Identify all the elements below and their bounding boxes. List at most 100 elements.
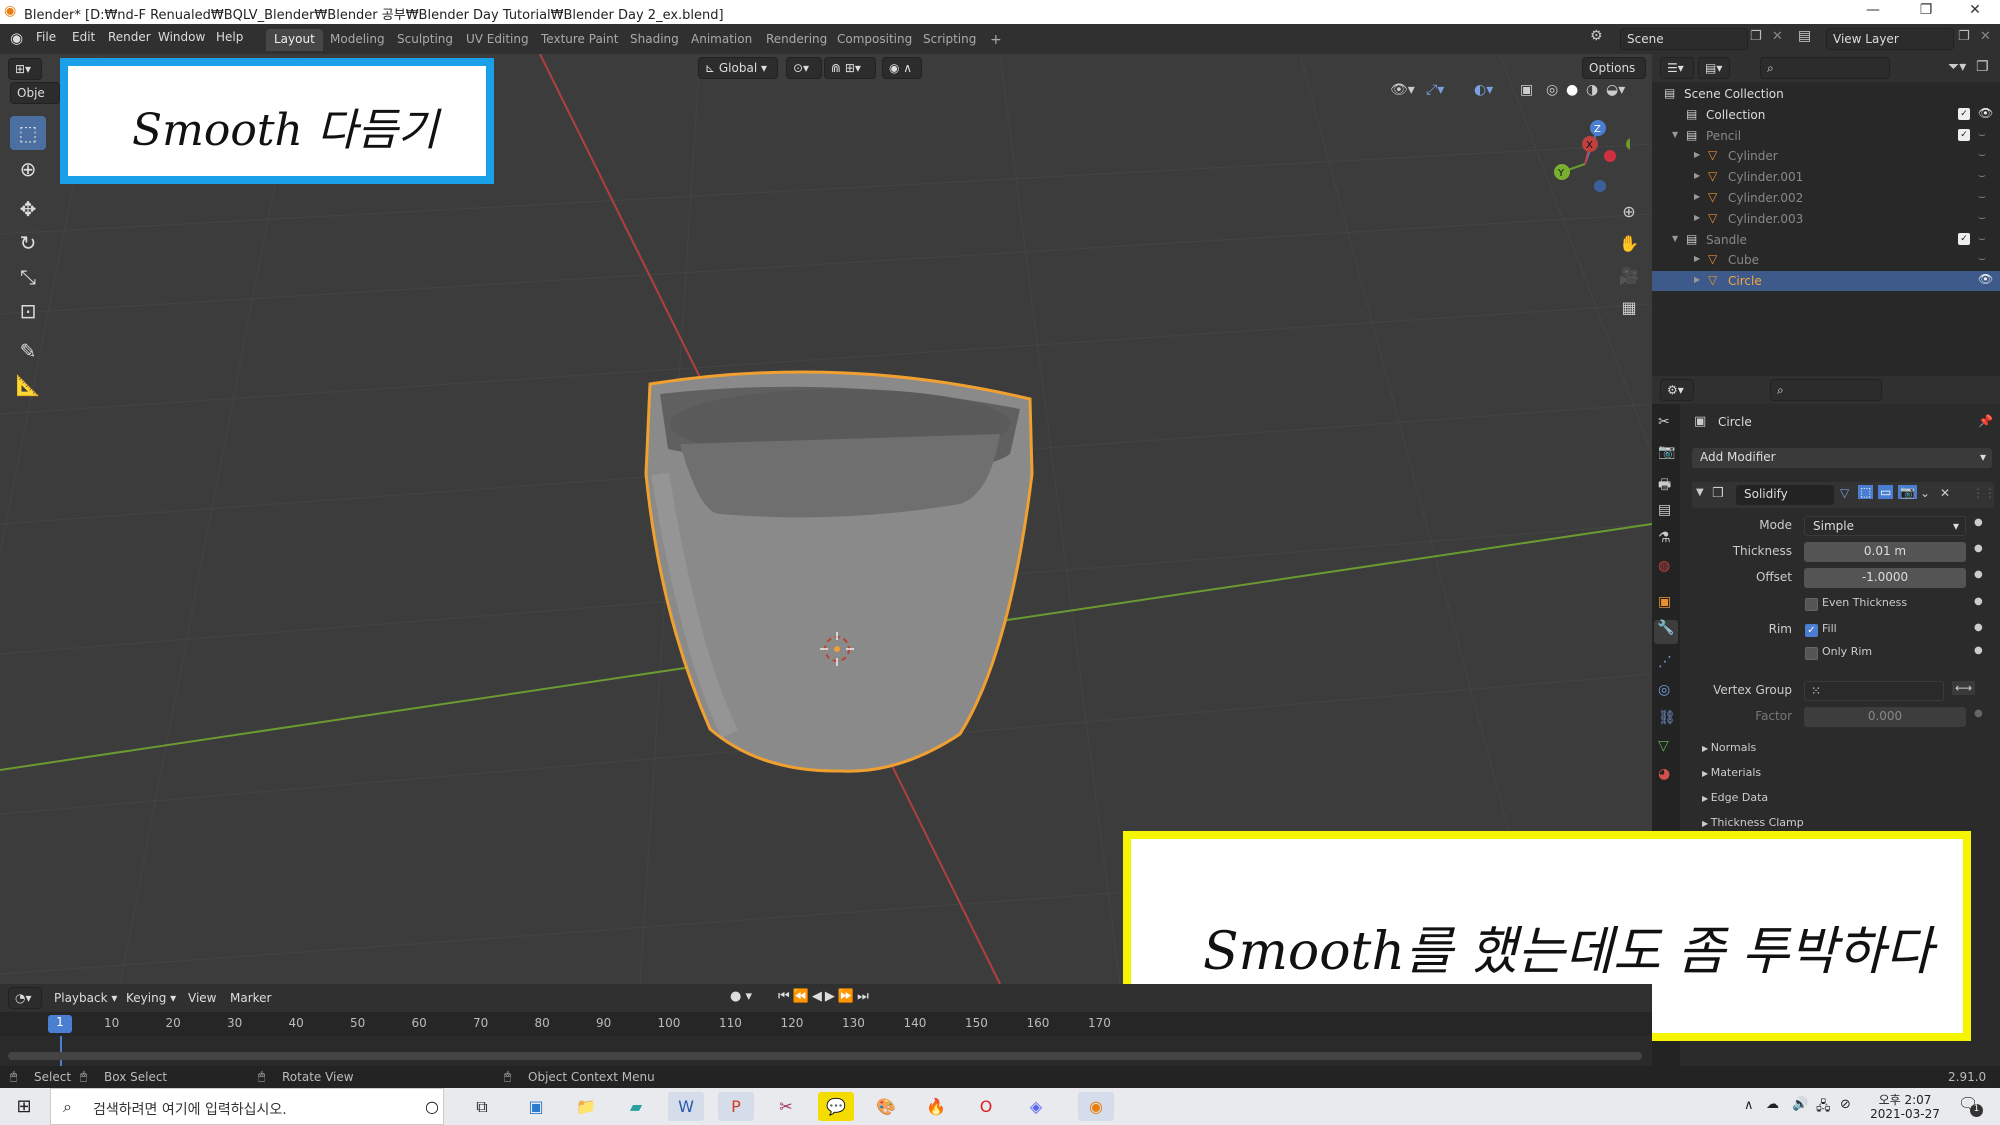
rotate-tool-icon[interactable]: ↻ xyxy=(10,226,46,260)
snap-icon[interactable]: ⋒ ⊞▾ xyxy=(824,57,876,79)
pivot-point-icon[interactable]: ⊙▾ xyxy=(786,57,822,79)
scene-tab-icon[interactable]: ⚗ xyxy=(1658,530,1671,546)
visibility-eye-icon[interactable]: ⌣ xyxy=(1978,189,1986,204)
tab-layout[interactable]: Layout xyxy=(266,29,323,51)
app-store-icon[interactable]: ▣ xyxy=(518,1092,554,1121)
playback-controls-icon[interactable]: ⏮⏪◀▶⏩⏭ xyxy=(778,989,872,1004)
outliner-row[interactable]: ▤ Scene Collection xyxy=(1652,84,2000,104)
filter-icon[interactable]: ⏷▾ xyxy=(1948,59,1966,75)
tab-texture-paint[interactable]: Texture Paint xyxy=(533,29,626,51)
minimize-button[interactable]: — xyxy=(1853,2,1893,18)
mode-keyframe-icon[interactable]: ● xyxy=(1974,517,1983,528)
delete-view-layer-icon[interactable]: ✕ xyxy=(1980,29,1991,44)
expand-arrow-icon[interactable]: ▶ xyxy=(1694,171,1700,180)
scale-tool-icon[interactable]: ⤡ xyxy=(10,260,46,294)
material-tab-icon[interactable]: ◕ xyxy=(1658,766,1670,782)
offset-keyframe-icon[interactable]: ● xyxy=(1974,569,1983,580)
outliner-row[interactable]: ▤ ▼ Sandle ✓ ⌣ xyxy=(1652,230,2000,250)
render-toggle-icon[interactable]: 📷 xyxy=(1898,485,1917,499)
zoom-icon[interactable]: ⊕ xyxy=(1614,202,1644,234)
tab-modeling[interactable]: Modeling xyxy=(322,29,393,51)
select-tool-icon[interactable]: ⬚ xyxy=(10,116,46,150)
wireframe-shading-icon[interactable]: ◎ xyxy=(1546,82,1558,98)
blender-menu-icon[interactable]: ◉ xyxy=(10,29,23,47)
delete-scene-icon[interactable]: ✕ xyxy=(1772,29,1783,44)
word-icon[interactable]: W xyxy=(668,1092,704,1121)
snipping-tool-icon[interactable]: ✂ xyxy=(768,1092,804,1121)
subpanel-header[interactable]: ▶ Edge Data xyxy=(1702,791,1992,813)
timeline-scrollbar[interactable] xyxy=(8,1052,1642,1060)
cage-toggle-icon[interactable]: ⬚ xyxy=(1858,485,1874,499)
taskbar-search-box[interactable]: ⌕ 검색하려면 여기에 입력하십시오. xyxy=(50,1088,444,1125)
task-view-icon[interactable]: ⧉ xyxy=(464,1092,500,1121)
output-tab-icon[interactable]: 🖶 xyxy=(1658,474,1671,498)
menu-render[interactable]: Render xyxy=(108,30,151,44)
outliner-row[interactable]: ▽ ▶ Cylinder ⌣ xyxy=(1652,146,2000,166)
timeline-ruler[interactable]: 1 10 20 30 40 50 60 70 80 90 100 110 120 130 140 150 16… xyxy=(0,1012,1652,1036)
outliner-search-input[interactable]: ⌕ xyxy=(1760,57,1890,79)
ime-icon[interactable]: ⊘ xyxy=(1840,1097,1851,1112)
properties-editor-type-icon[interactable]: ⚙▾ xyxy=(1660,379,1694,401)
network-icon[interactable]: 🖧 xyxy=(1816,1097,1831,1119)
tab-rendering[interactable]: Rendering xyxy=(758,29,835,51)
tab-scripting[interactable]: Scripting xyxy=(915,29,984,51)
record-icon[interactable]: ● ▾ xyxy=(730,989,752,1004)
display-mode-icon[interactable]: ▤▾ xyxy=(1698,57,1730,79)
expand-arrow-icon[interactable]: ▼ xyxy=(1672,234,1678,243)
proportional-edit-icon[interactable]: ◉ ∧ xyxy=(882,57,922,79)
solid-shading-icon[interactable]: ● xyxy=(1566,82,1578,98)
pin-icon[interactable]: 📌 xyxy=(1978,414,1993,428)
expand-arrow-icon[interactable]: ▶ xyxy=(1694,213,1700,222)
firefox-icon[interactable]: 🔥 xyxy=(918,1092,954,1121)
outliner-row[interactable]: ▤ Collection ✓ 👁 xyxy=(1652,105,2000,125)
axis-gizmo-icon[interactable]: Z Y X xyxy=(1540,114,1638,214)
exclude-checkbox[interactable]: ✓ xyxy=(1958,128,1970,141)
overlays-toggle-icon[interactable]: ◐▾ xyxy=(1474,82,1493,98)
keying-menu[interactable]: Keying ▾ xyxy=(126,991,176,1005)
close-button[interactable]: ✕ xyxy=(1955,2,1995,18)
opera-icon[interactable]: O xyxy=(968,1092,1004,1121)
modifier-tab-icon[interactable]: 🔧 xyxy=(1654,620,1678,644)
even-thickness-checkbox[interactable] xyxy=(1805,598,1818,611)
even-thickness-keyframe-icon[interactable]: ● xyxy=(1974,596,1983,607)
expand-arrow-icon[interactable]: ▶ xyxy=(1694,275,1700,284)
pan-hand-icon[interactable]: ✋ xyxy=(1614,234,1644,266)
collapse-arrow-icon[interactable]: ▼ xyxy=(1696,487,1704,498)
expand-arrow-icon[interactable]: ▶ xyxy=(1694,254,1700,263)
cursor-tool-icon[interactable]: ⊕ xyxy=(10,152,46,186)
discord-icon[interactable]: ◈ xyxy=(1018,1092,1054,1121)
outliner-row[interactable]: ▽ ▶ Cylinder.001 ⌣ xyxy=(1652,167,2000,187)
timeline-editor-type-icon[interactable]: ◔▾ xyxy=(8,987,42,1009)
data-tab-icon[interactable]: ▽ xyxy=(1658,738,1669,754)
new-collection-icon[interactable]: ❐ xyxy=(1976,59,1989,75)
visibility-eye-icon[interactable]: 👁 xyxy=(1978,106,1993,120)
drag-handle-icon[interactable]: ⋮⋮ xyxy=(1972,486,1996,500)
editor-type-icon[interactable]: ⊞▾ xyxy=(8,58,42,80)
expand-arrow-icon[interactable]: ▶ xyxy=(1694,150,1700,159)
view-layer-tab-icon[interactable]: ▤ xyxy=(1658,502,1671,518)
transform-tool-icon[interactable]: ⊡ xyxy=(10,294,46,328)
particles-tab-icon[interactable]: ⋰ xyxy=(1658,654,1672,670)
add-modifier-dropdown[interactable]: Add Modifier ▾ xyxy=(1692,448,1992,468)
viewport-toggle-icon[interactable]: ▭ xyxy=(1878,485,1894,499)
add-workspace-button[interactable]: + xyxy=(982,29,1010,51)
tab-uv-editing[interactable]: UV Editing xyxy=(458,29,537,51)
volume-icon[interactable]: 🔊 xyxy=(1792,1097,1808,1112)
thickness-keyframe-icon[interactable]: ● xyxy=(1974,543,1983,554)
current-frame-indicator[interactable]: 1 xyxy=(48,1015,72,1033)
perspective-grid-icon[interactable]: ▦ xyxy=(1614,298,1644,330)
object-mode-selector[interactable]: Obje xyxy=(10,82,60,104)
transform-orientation-selector[interactable]: ⊾ Global ▾ xyxy=(698,57,778,79)
powerpoint-icon[interactable]: P xyxy=(718,1092,754,1121)
menu-help[interactable]: Help xyxy=(216,30,243,44)
xray-icon[interactable]: ▣ xyxy=(1520,82,1533,98)
only-rim-checkbox[interactable] xyxy=(1805,647,1818,660)
gizmo-toggle-icon[interactable]: ⤢▾ xyxy=(1426,82,1444,98)
paint-icon[interactable]: 🎨 xyxy=(868,1092,904,1121)
windows-start-icon[interactable]: ⊞ xyxy=(6,1092,42,1121)
taskbar-time[interactable]: 오후 2:07 xyxy=(1870,1091,1940,1108)
menu-file[interactable]: File xyxy=(36,30,56,44)
modifier-menu-icon[interactable]: ⌄ xyxy=(1920,486,1930,500)
annotate-tool-icon[interactable]: ✎ xyxy=(10,334,46,368)
kakaotalk-icon[interactable]: 💬 xyxy=(818,1092,854,1121)
